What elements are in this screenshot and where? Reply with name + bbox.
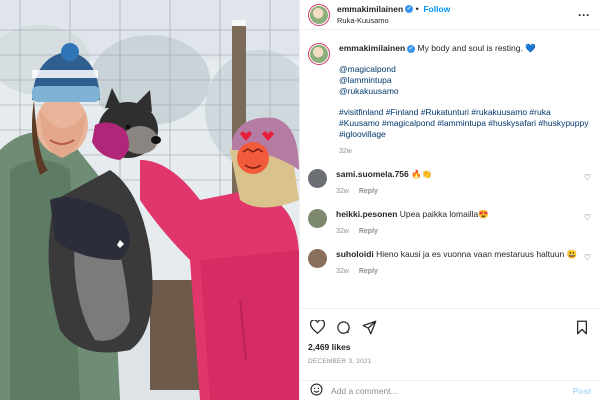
author-username[interactable]: emmakimilainen [337, 4, 403, 14]
comment-row: suholoidi Hieno kausi ja es vuonna vaan … [308, 249, 591, 277]
caption-text: My body and soul is resting. 💙 [417, 43, 536, 53]
post-button[interactable]: Post [573, 386, 591, 396]
emoji-icon[interactable] [310, 383, 323, 398]
post-date: DECEMBER 3, 2021 [308, 358, 372, 365]
comment-row: heikki.pesonen Upea paikka lomailla😍 32w… [308, 209, 591, 237]
comment-row: sami.suomela.756 🔥👏 32w Reply ♡ [308, 169, 591, 197]
commenter-username[interactable]: heikki.pesonen [336, 209, 397, 219]
comment-time: 32w [336, 228, 349, 235]
commenter-username[interactable]: sami.suomela.756 [336, 169, 409, 179]
comment-body: heikki.pesonen Upea paikka lomailla😍 32w… [336, 209, 578, 237]
reply-button[interactable]: Reply [359, 228, 378, 235]
hashtags[interactable]: #visitfinland #Finland #Rukatunturi #ruk… [339, 107, 588, 139]
mention-link[interactable]: @rukakuusamo [339, 86, 591, 97]
commenter-username[interactable]: suholoidi [336, 249, 374, 259]
heart-icon[interactable]: ♡ [584, 213, 591, 222]
heart-icon[interactable]: ♡ [584, 253, 591, 262]
mention-link[interactable]: @lammintupa [339, 75, 591, 86]
reply-button[interactable]: Reply [359, 268, 378, 275]
comment-text: 🔥👏 [411, 169, 433, 179]
verified-badge-icon: ✓ [407, 44, 416, 53]
comment-time: 32w [336, 268, 349, 275]
comment-body: sami.suomela.756 🔥👏 32w Reply [336, 169, 578, 197]
author-info: emmakimilainen ✓ • Follow Ruka-Kuusamo [337, 4, 578, 26]
action-icons [308, 317, 591, 337]
heart-icon[interactable]: ♡ [584, 173, 591, 182]
caption-username[interactable]: emmakimilainen [339, 43, 405, 53]
reply-button[interactable]: Reply [359, 188, 378, 195]
verified-badge-icon: ✓ [405, 5, 414, 14]
comments-list[interactable]: emmakimilainen ✓ My body and soul is rest… [300, 31, 600, 308]
post-sidebar: emmakimilainen ✓ • Follow Ruka-Kuusamo ··… [299, 0, 600, 400]
author-avatar[interactable] [308, 3, 330, 26]
commenter-avatar[interactable] [308, 209, 327, 228]
share-icon[interactable] [360, 318, 378, 336]
comment-text: Upea paikka lomailla😍 [399, 209, 489, 219]
more-dots-icon[interactable]: ··· [578, 8, 590, 22]
caption-row: emmakimilainen ✓ My body and soul is rest… [308, 43, 591, 157]
heart-icon[interactable] [308, 318, 326, 336]
likes-count[interactable]: 2,469 likes [308, 342, 591, 352]
commenter-avatar[interactable] [308, 169, 327, 188]
post-photo-illustration [0, 0, 299, 400]
caption-time: 32w [339, 148, 352, 155]
commenter-avatar[interactable] [308, 249, 327, 268]
location-link[interactable]: Ruka-Kuusamo [337, 15, 578, 26]
mention-link[interactable]: @magicalpond [339, 64, 591, 75]
header-separator: • [415, 3, 419, 14]
caption-body: emmakimilainen ✓ My body and soul is rest… [339, 43, 591, 157]
caption-avatar[interactable] [308, 43, 330, 65]
add-comment-bar: Add a comment... Post [300, 380, 600, 400]
comment-text: Hieno kausi ja es vuonna vaan mestaruus … [376, 249, 578, 259]
post-actions: 2,469 likes DECEMBER 3, 2021 [300, 308, 600, 365]
comment-icon[interactable] [334, 318, 352, 336]
caption-meta: 32w [339, 146, 591, 157]
comment-time: 32w [336, 188, 349, 195]
follow-button[interactable]: Follow [423, 4, 450, 14]
post-header: emmakimilainen ✓ • Follow Ruka-Kuusamo ··… [300, 0, 600, 30]
bookmark-icon[interactable] [573, 318, 591, 336]
comment-input[interactable]: Add a comment... [331, 386, 573, 396]
comment-body: suholoidi Hieno kausi ja es vuonna vaan … [336, 249, 578, 277]
instagram-post-view: emmakimilainen ✓ • Follow Ruka-Kuusamo ··… [0, 0, 600, 400]
post-photo[interactable] [0, 0, 299, 400]
